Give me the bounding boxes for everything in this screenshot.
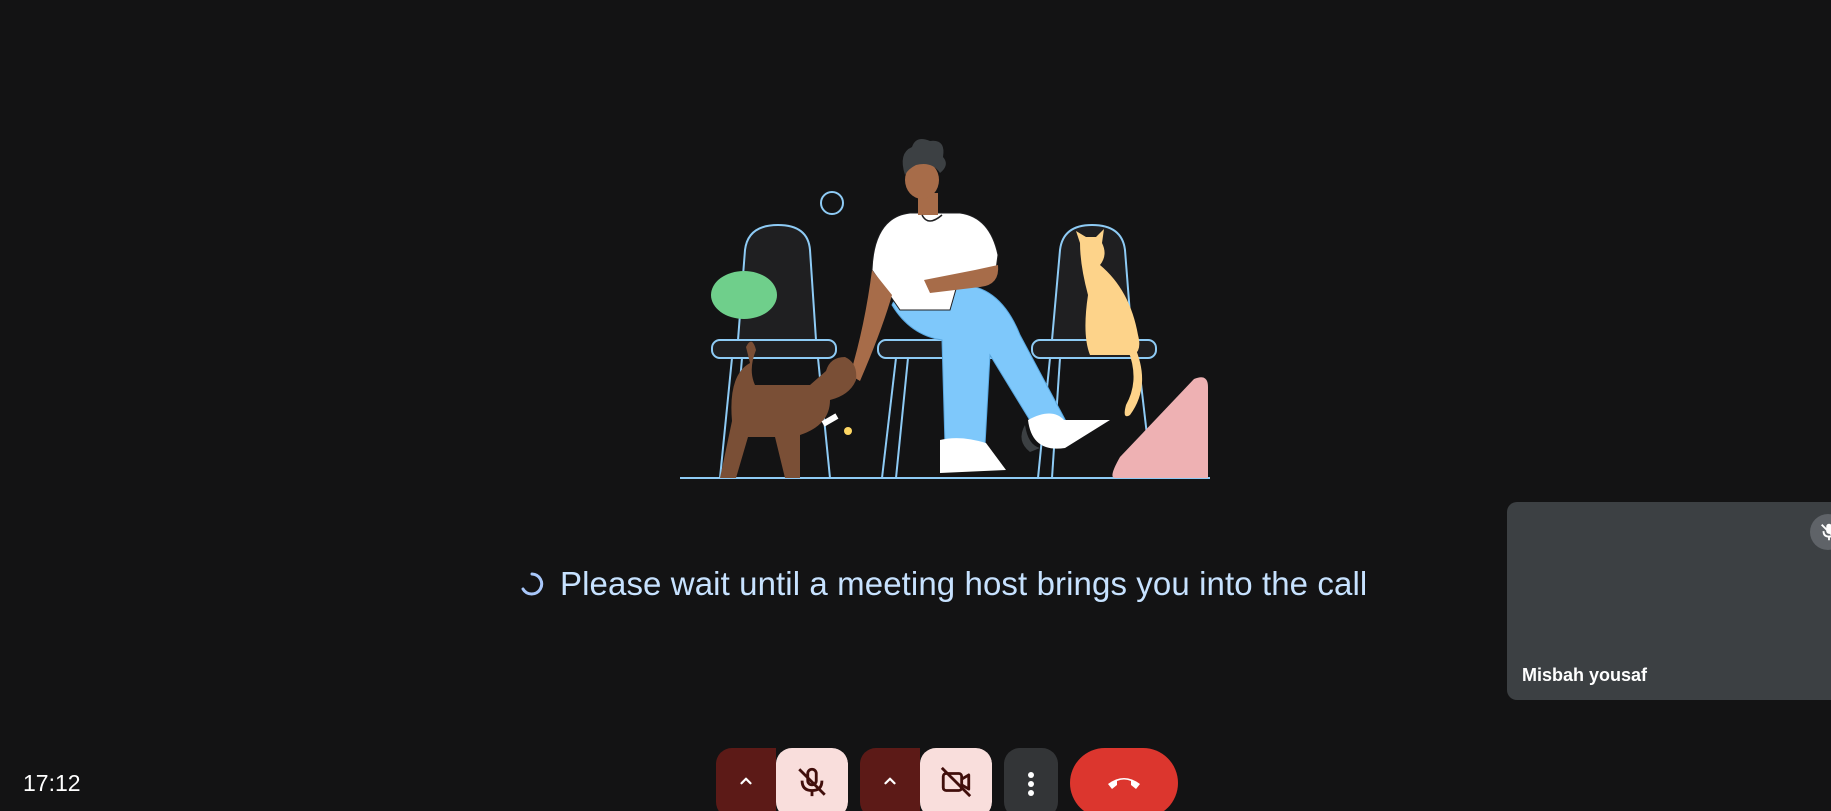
call-end-icon [1108, 778, 1140, 789]
mic-options-button[interactable] [716, 748, 776, 811]
meeting-waiting-room: Please wait until a meeting host brings … [0, 0, 1831, 811]
camera-toggle-button[interactable] [920, 748, 992, 811]
chevron-up-icon [740, 777, 752, 785]
videocam-off-icon [940, 766, 972, 798]
leave-call-button[interactable] [1070, 748, 1178, 811]
more-vert-icon [1028, 772, 1034, 796]
chevron-up-icon [884, 777, 896, 785]
mic-off-icon [1810, 514, 1831, 550]
waiting-status: Please wait until a meeting host brings … [518, 562, 1367, 606]
camera-options-button[interactable] [860, 748, 920, 811]
mic-toggle-button[interactable] [776, 748, 848, 811]
self-video-tile[interactable]: Misbah yousaf [1507, 502, 1831, 700]
more-options-button[interactable] [1004, 748, 1058, 811]
waiting-message: Please wait until a meeting host brings … [560, 565, 1368, 602]
meeting-clock: 17:12 [23, 770, 81, 796]
participant-name: Misbah yousaf [1522, 665, 1648, 685]
camera-control-group [860, 748, 992, 811]
mic-off-icon [798, 767, 826, 797]
loading-spinner-icon [521, 572, 544, 596]
waiting-room-illustration [680, 139, 1210, 479]
mic-control-group [716, 748, 848, 811]
